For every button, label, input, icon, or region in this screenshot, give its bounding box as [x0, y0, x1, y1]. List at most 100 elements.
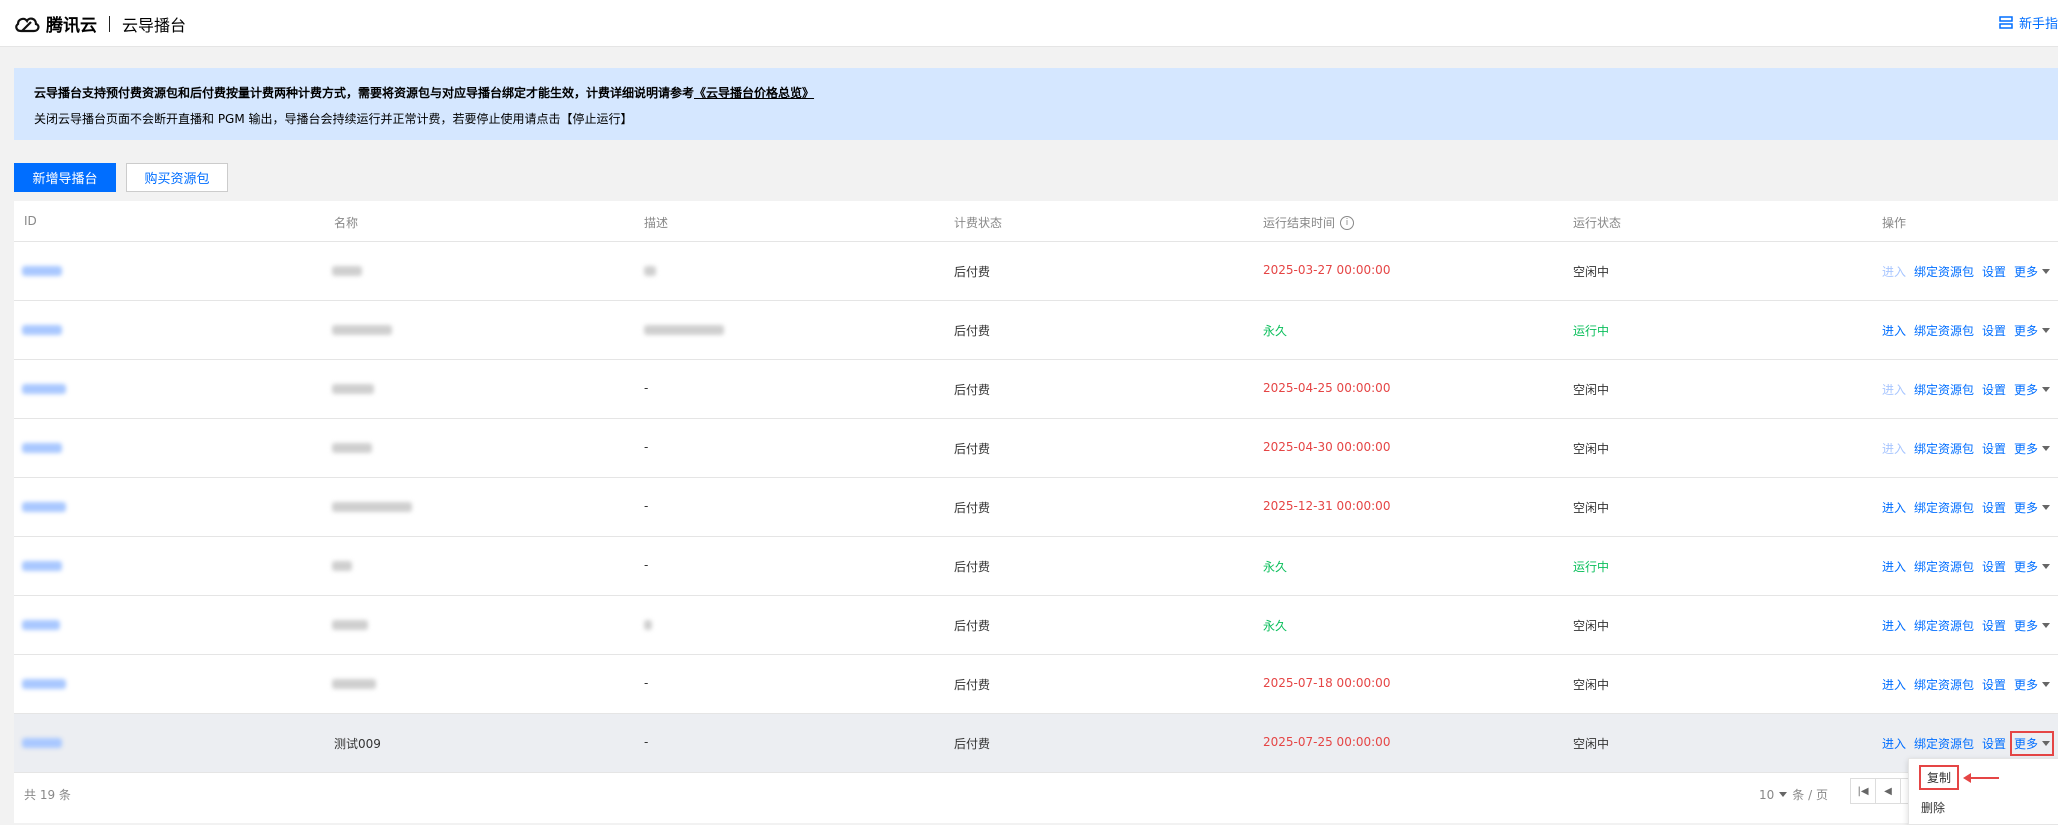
- more-label: 更多: [2014, 501, 2039, 515]
- annotation-arrow: [1969, 777, 1999, 779]
- settings-button[interactable]: 设置: [1982, 735, 2006, 752]
- more-button[interactable]: 更多: [2014, 322, 2051, 339]
- more-menu: 复制 删除: [1908, 758, 2058, 825]
- enter-button[interactable]: 进入: [1882, 617, 1906, 634]
- billing-cell: 后付费: [954, 501, 991, 515]
- enter-button[interactable]: 进入: [1882, 381, 1906, 398]
- settings-button[interactable]: 设置: [1982, 676, 2006, 693]
- logo[interactable]: 腾讯云 云导播台: [14, 11, 186, 36]
- settings-button[interactable]: 设置: [1982, 263, 2006, 280]
- status-cell: 运行中: [1573, 324, 1610, 338]
- status-cell: 空闲中: [1573, 678, 1610, 692]
- enter-button[interactable]: 进入: [1882, 322, 1906, 339]
- bind-package-button[interactable]: 绑定资源包: [1914, 440, 1974, 457]
- more-button[interactable]: 更多: [2014, 676, 2051, 693]
- chevron-down-icon: [2042, 564, 2051, 569]
- enter-button[interactable]: 进入: [1882, 735, 1906, 752]
- enter-button[interactable]: 进入: [1882, 440, 1906, 457]
- settings-button[interactable]: 设置: [1982, 322, 2006, 339]
- product-name: 云导播台: [122, 15, 187, 35]
- id-link[interactable]: [22, 443, 62, 453]
- name-cell: [332, 679, 376, 689]
- col-ops: 操作: [1882, 216, 1907, 230]
- id-link[interactable]: [22, 325, 62, 335]
- table-row: - 后付费 2025-07-18 00:00:00 空闲中 进入 绑定资源包 设置 更…: [14, 655, 2058, 714]
- more-button[interactable]: 更多: [2014, 263, 2051, 280]
- col-end-time: 运行结束时间 i: [1263, 214, 1355, 231]
- copy-menu-item[interactable]: 复制: [1918, 765, 1960, 790]
- buy-package-button[interactable]: 购买资源包: [126, 163, 228, 192]
- table-row: - 后付费 2025-12-31 00:00:00 空闲中 进入 绑定资源包 设置 更…: [14, 478, 2058, 537]
- billing-cell: 后付费: [954, 324, 991, 338]
- total-count: 共 19 条: [24, 788, 71, 802]
- more-button[interactable]: 更多: [2014, 440, 2051, 457]
- chevron-down-icon: [2042, 682, 2051, 687]
- info-icon[interactable]: i: [1340, 215, 1355, 230]
- new-director-button[interactable]: 新增导播台: [14, 163, 116, 192]
- bind-package-button[interactable]: 绑定资源包: [1914, 676, 1974, 693]
- bind-package-button[interactable]: 绑定资源包: [1914, 322, 1974, 339]
- end-time-cell: 2025-12-31 00:00:00: [1263, 499, 1391, 513]
- row-actions: 进入 绑定资源包 设置 更多: [1882, 440, 2051, 457]
- id-link[interactable]: [22, 384, 66, 394]
- billing-cell: 后付费: [954, 560, 991, 574]
- guide-label: 新手指: [2018, 17, 2058, 32]
- id-link[interactable]: [22, 561, 62, 571]
- divider: [109, 15, 110, 32]
- col-billing: 计费状态: [954, 216, 1003, 230]
- enter-button[interactable]: 进入: [1882, 263, 1906, 280]
- status-cell: 空闲中: [1573, 619, 1610, 633]
- more-button[interactable]: 更多: [2014, 381, 2051, 398]
- id-link[interactable]: [22, 502, 66, 512]
- row-actions: 进入 绑定资源包 设置 更多: [1882, 263, 2051, 280]
- settings-button[interactable]: 设置: [1982, 558, 2006, 575]
- page-size-unit: 条 / 页: [1792, 788, 1828, 802]
- bind-package-button[interactable]: 绑定资源包: [1914, 499, 1974, 516]
- enter-button[interactable]: 进入: [1882, 676, 1906, 693]
- billing-cell: 后付费: [954, 678, 991, 692]
- bind-package-button[interactable]: 绑定资源包: [1914, 558, 1974, 575]
- settings-button[interactable]: 设置: [1982, 381, 2006, 398]
- table-row: 后付费 2025-03-27 00:00:00 空闲中 进入 绑定资源包 设置 更多: [14, 242, 2058, 301]
- status-cell: 空闲中: [1573, 501, 1610, 515]
- more-label: 更多: [2014, 560, 2039, 574]
- brand-name: 腾讯云: [46, 16, 97, 36]
- more-button[interactable]: 更多: [2014, 617, 2051, 634]
- first-page-icon[interactable]: |◀: [1850, 778, 1876, 804]
- prev-page-icon[interactable]: ◀: [1875, 778, 1901, 804]
- id-link[interactable]: [22, 266, 62, 276]
- more-button[interactable]: 更多: [2010, 731, 2055, 756]
- bind-package-button[interactable]: 绑定资源包: [1914, 735, 1974, 752]
- col-status: 运行状态: [1573, 216, 1622, 230]
- guide-icon: [1999, 15, 2013, 29]
- guide-link[interactable]: 新手指: [1999, 13, 2058, 32]
- table-row: 后付费 永久 空闲中 进入 绑定资源包 设置 更多: [14, 596, 2058, 655]
- settings-button[interactable]: 设置: [1982, 440, 2006, 457]
- bind-package-button[interactable]: 绑定资源包: [1914, 381, 1974, 398]
- row-actions: 进入 绑定资源包 设置 更多: [1882, 322, 2051, 339]
- page-size-select[interactable]: 10 条 / 页: [1759, 786, 1828, 803]
- more-label: 更多: [2014, 678, 2039, 692]
- more-button[interactable]: 更多: [2014, 558, 2051, 575]
- pricing-link[interactable]: 《云导播台价格总览》: [694, 86, 814, 100]
- more-button[interactable]: 更多: [2014, 499, 2051, 516]
- bind-package-button[interactable]: 绑定资源包: [1914, 263, 1974, 280]
- enter-button[interactable]: 进入: [1882, 499, 1906, 516]
- status-cell: 空闲中: [1573, 265, 1610, 279]
- settings-button[interactable]: 设置: [1982, 617, 2006, 634]
- desc-cell: -: [644, 558, 649, 572]
- table-row: 后付费 永久 运行中 进入 绑定资源包 设置 更多: [14, 301, 2058, 360]
- id-link[interactable]: [22, 738, 62, 748]
- id-link[interactable]: [22, 679, 66, 689]
- col-name: 名称: [334, 216, 359, 230]
- status-cell: 空闲中: [1573, 442, 1610, 456]
- settings-button[interactable]: 设置: [1982, 499, 2006, 516]
- billing-cell: 后付费: [954, 383, 991, 397]
- bind-package-button[interactable]: 绑定资源包: [1914, 617, 1974, 634]
- desc-cell: [644, 325, 724, 335]
- delete-menu-item[interactable]: 删除: [1921, 799, 1945, 816]
- col-id: ID: [24, 214, 37, 228]
- id-link[interactable]: [22, 620, 60, 630]
- enter-button[interactable]: 进入: [1882, 558, 1906, 575]
- name-cell: [332, 325, 392, 335]
